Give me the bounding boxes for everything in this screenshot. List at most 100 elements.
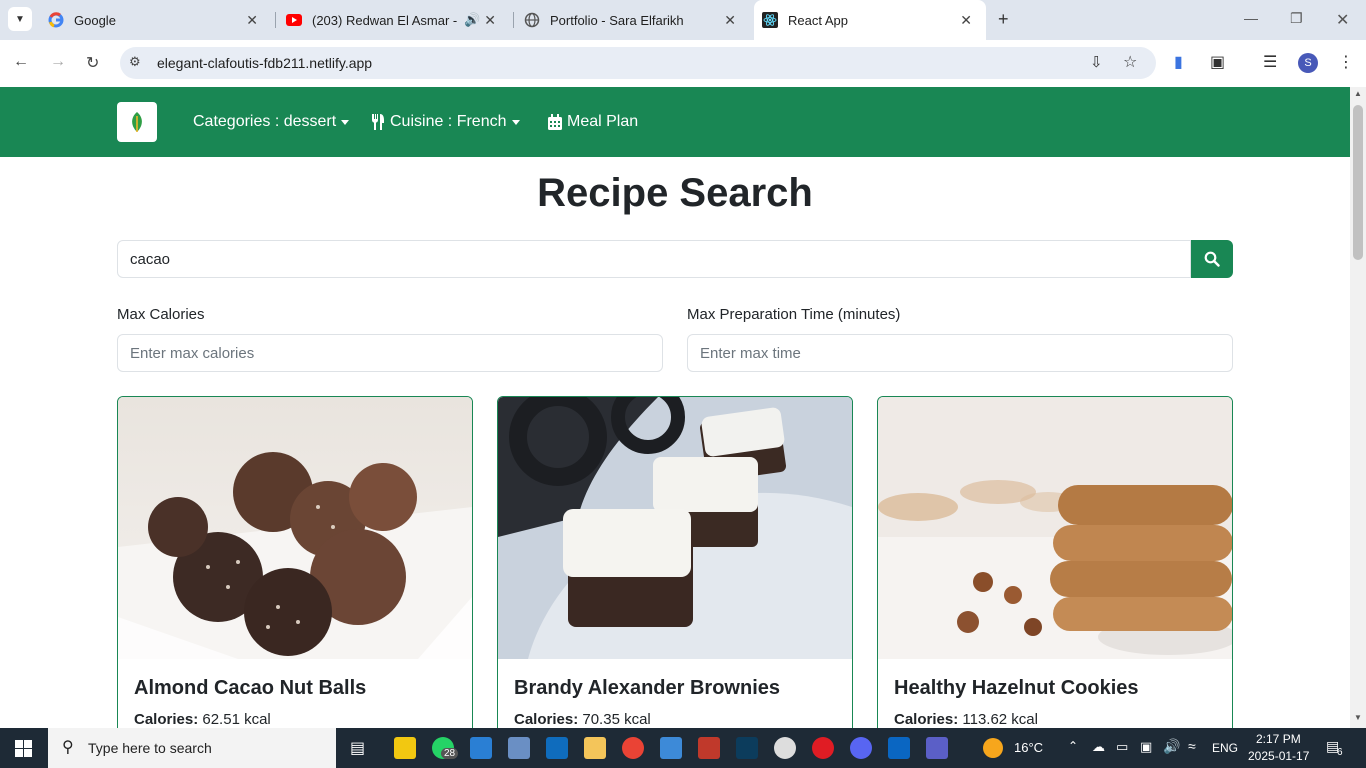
app-navbar: Categories : dessert Cuisine : French Me… [0,87,1350,157]
reload-icon[interactable]: ↻ [86,53,99,73]
recipe-name: Healthy Hazelnut Cookies [894,677,1139,699]
extension-clipboard-icon[interactable]: ▮ [1174,52,1183,72]
wifi-icon[interactable]: ≈ [1188,738,1196,754]
tab-google[interactable]: Google ✕ [40,0,272,40]
recipe-calories: Calories: 113.62 kcal [894,711,1038,728]
close-icon[interactable]: ✕ [724,12,736,29]
menu-dots-icon[interactable]: ⋮ [1338,52,1354,72]
vscode-icon[interactable] [470,737,492,759]
weather-temp[interactable]: 16°C [1014,740,1043,755]
browser-toolbar: ← → ↻ ⚙ elegant-clafoutis-fdb211.netlify… [0,40,1366,86]
taskbar-search-placeholder: Type here to search [88,740,212,756]
volume-icon[interactable]: 🔊 [1163,738,1180,755]
categories-dropdown[interactable]: Categories : dessert [193,113,350,131]
recipe-image [498,397,852,659]
close-icon[interactable]: ✕ [246,12,258,29]
recipe-calories: Calories: 62.51 kcal [134,711,271,728]
meal-plan-link[interactable]: Meal Plan [548,113,638,131]
close-icon[interactable]: ✕ [960,12,972,29]
battery-icon[interactable]: ▭ [1116,739,1128,755]
windows-start-icon[interactable] [15,740,32,757]
discord-icon[interactable] [850,737,872,759]
profile-avatar[interactable]: S [1298,53,1318,73]
dev-app-icon[interactable] [698,737,720,759]
file-explorer-icon[interactable] [584,737,606,759]
search-button[interactable] [1191,240,1233,278]
language-indicator[interactable]: ENG [1212,741,1238,755]
calendar-icon [548,114,562,130]
calories-value: 62.51 kcal [202,711,271,728]
install-app-icon[interactable]: ⇩ [1090,53,1103,71]
calories-value: 113.62 kcal [962,711,1038,728]
code-editor-icon[interactable] [736,737,758,759]
weather-sun-icon[interactable] [983,738,1003,758]
leaf-icon [132,112,142,132]
forward-icon[interactable]: → [50,53,66,71]
extensions-puzzle-icon[interactable]: ▣ [1210,52,1225,72]
windows-taskbar: ⚲ Type here to search ▤ 28 16°C ⌃ ☁ ▭ ▣ … [0,728,1366,768]
recipe-card[interactable]: Brandy Alexander Brownies Calories: 70.3… [497,396,853,728]
outlook-icon[interactable] [546,737,568,759]
opera-icon[interactable] [812,737,834,759]
address-bar[interactable]: ⚙ elegant-clafoutis-fdb211.netlify.app ⇩… [120,47,1156,79]
window-close-icon[interactable]: ✕ [1336,10,1349,30]
taskbar-search[interactable]: ⚲ Type here to search [48,728,336,768]
task-view-icon[interactable]: ▤ [350,738,365,758]
notification-count: 6 [1337,747,1343,758]
tab-search-button[interactable]: ▼ [8,7,32,31]
chevron-down-icon [511,119,520,125]
tab-title: Google [74,12,116,28]
calories-label: Calories: [134,711,199,728]
recipe-image [878,397,1232,659]
chrome-icon[interactable] [622,737,644,759]
teams-icon[interactable] [926,737,948,759]
obs-icon[interactable] [774,737,796,759]
page-scrollbar[interactable]: ▲ ▼ [1350,87,1366,728]
recipe-card[interactable]: Almond Cacao Nut Balls Calories: 62.51 k… [117,396,473,728]
new-tab-icon[interactable]: + [998,9,1009,30]
scroll-down-icon[interactable]: ▼ [1354,713,1362,722]
back-icon[interactable]: ← [13,53,29,71]
tab-title: React App [788,12,848,28]
media-control-icon[interactable]: ☰ [1263,52,1277,72]
network-app-icon[interactable] [508,737,530,759]
display-icon[interactable]: ▣ [1140,739,1152,755]
url-text: elegant-clafoutis-fdb211.netlify.app [157,55,373,71]
scrollbar-thumb[interactable] [1353,105,1363,260]
chevron-down-icon [341,119,350,125]
microsoft-store-icon[interactable] [394,737,416,759]
restore-icon[interactable]: ❐ [1290,10,1303,27]
clock-time[interactable]: 2:17 PM [1256,732,1301,746]
max-calories-label: Max Calories [117,306,205,323]
tab-youtube[interactable]: (203) Redwan El Asmar - Na 🔊 ✕ [278,0,510,40]
recipe-search-input[interactable] [117,240,1191,278]
recipe-card[interactable]: Healthy Hazelnut Cookies Calories: 113.6… [877,396,1233,728]
tab-title: (203) Redwan El Asmar - Na [312,12,457,28]
speaker-icon[interactable]: 🔊 [464,12,480,28]
recipe-name: Brandy Alexander Brownies [514,677,781,699]
tab-title: Portfolio - Sara Elfarikh [550,12,684,28]
tray-chevron-up-icon[interactable]: ⌃ [1068,739,1078,753]
page-title: Recipe Search [537,171,813,215]
categories-label: Categories : dessert [193,113,337,130]
site-info-icon[interactable]: ⚙ [129,54,141,70]
close-icon[interactable]: ✕ [484,12,496,29]
tab-react-app[interactable]: React App ✕ [754,0,986,40]
search-icon: ⚲ [62,739,74,756]
recipe-image [118,397,472,659]
photos-icon[interactable] [660,737,682,759]
max-calories-input[interactable] [117,334,663,372]
scroll-up-icon[interactable]: ▲ [1354,89,1362,98]
brand-logo[interactable] [117,102,157,142]
linkedin-icon[interactable] [888,737,910,759]
tray-app-icon[interactable]: ☁ [1092,739,1105,755]
cuisine-dropdown[interactable]: Cuisine : French [371,113,520,131]
tab-portfolio[interactable]: Portfolio - Sara Elfarikh ✕ [516,0,750,40]
max-time-label: Max Preparation Time (minutes) [687,306,901,323]
bookmark-star-icon[interactable]: ☆ [1123,52,1137,72]
minimize-icon[interactable]: — [1244,10,1258,26]
utensils-icon [372,114,384,130]
max-time-input[interactable] [687,334,1233,372]
cuisine-label: Cuisine : French [390,113,507,130]
clock-date[interactable]: 2025-01-17 [1248,749,1309,763]
